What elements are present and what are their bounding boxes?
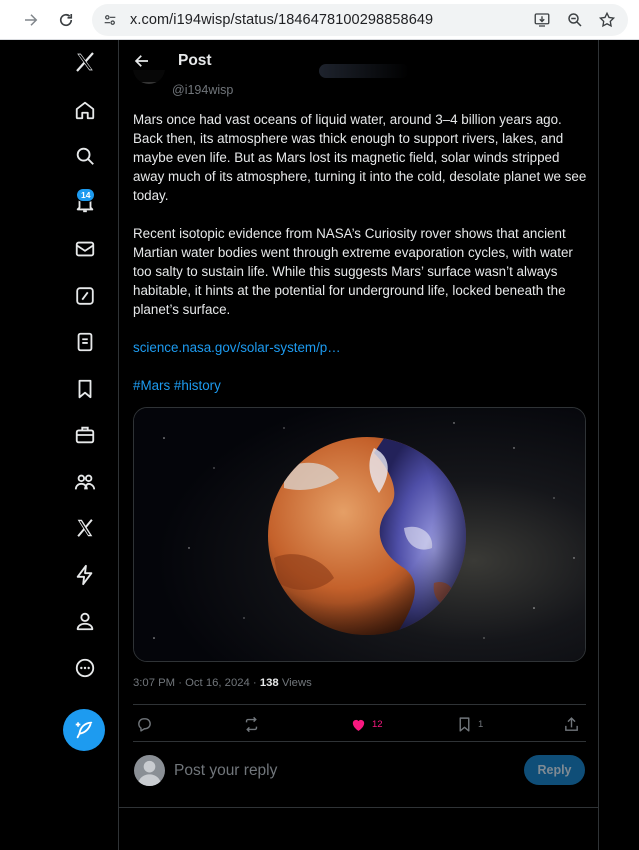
address-bar[interactable]: x.com/i194wisp/status/184647810029885864… — [92, 4, 628, 36]
tweet-timestamp[interactable]: 3:07 PM · Oct 16, 2024 · — [133, 677, 260, 689]
main-column: Post @i194wisp Mars once had vast oceans… — [118, 40, 599, 850]
notifications-badge: 14 — [76, 188, 96, 202]
page-title: Post — [178, 52, 212, 69]
post-header: Post — [119, 40, 598, 82]
user-avatar[interactable] — [134, 755, 165, 786]
share-icon — [565, 716, 578, 731]
tweet-link[interactable]: science.nasa.gov/solar-system/p… — [133, 340, 341, 355]
search-icon[interactable] — [62, 133, 108, 179]
grok-icon[interactable] — [62, 273, 108, 319]
bell-icon[interactable] — [62, 180, 108, 226]
author-handle[interactable]: @i194wisp — [172, 83, 233, 97]
mail-icon[interactable] — [62, 226, 108, 272]
reply-icon — [138, 717, 151, 732]
install-app-icon[interactable] — [532, 10, 552, 30]
heart-filled-icon — [352, 719, 365, 731]
divider — [119, 807, 598, 808]
tweet-image-mars[interactable] — [133, 407, 586, 662]
tweet-paragraph-2: Recent isotopic evidence from NASA’s Cur… — [133, 226, 573, 317]
repost-action[interactable] — [243, 712, 260, 736]
bookmark-action[interactable]: 1 — [456, 712, 483, 736]
reload-button[interactable] — [53, 7, 79, 33]
back-button[interactable] — [131, 50, 153, 72]
home-icon[interactable] — [62, 87, 108, 133]
reply-action[interactable] — [136, 712, 153, 736]
verified-orgs-icon[interactable] — [62, 552, 108, 598]
like-action[interactable]: 12 — [350, 712, 383, 736]
premium-icon[interactable] — [62, 505, 108, 551]
divider — [133, 704, 586, 705]
tweet-paragraph-1: Mars once had vast oceans of liquid wate… — [133, 112, 587, 203]
more-icon[interactable] — [62, 645, 108, 691]
tweet-body: Mars once had vast oceans of liquid wate… — [133, 110, 591, 414]
likes-count: 12 — [372, 718, 383, 730]
profile-icon[interactable] — [62, 598, 108, 644]
reply-input[interactable]: Post your reply — [174, 762, 277, 780]
bookmarks-count: 1 — [478, 718, 484, 730]
repost-icon — [245, 716, 258, 732]
sidebar-nav: 14 — [0, 40, 118, 850]
obscured-author-name — [319, 64, 409, 78]
lists-icon[interactable] — [62, 319, 108, 365]
bookmark-star-icon[interactable] — [597, 10, 617, 30]
forward-arrow-icon — [25, 14, 38, 26]
compose-button[interactable] — [63, 709, 105, 751]
bookmark-icon[interactable] — [62, 366, 108, 412]
browser-toolbar: x.com/i194wisp/status/184647810029885864… — [0, 0, 639, 40]
reload-icon — [59, 13, 73, 27]
x-logo-icon[interactable] — [62, 39, 108, 85]
site-info-icon[interactable] — [98, 8, 122, 32]
url-text[interactable]: x.com/i194wisp/status/184647810029885864… — [130, 12, 433, 28]
zoom-icon[interactable] — [565, 10, 585, 30]
tweet-hashtags[interactable]: #Mars #history — [133, 378, 221, 393]
jobs-icon[interactable] — [62, 412, 108, 458]
tweet-actions: 12 1 — [133, 712, 586, 736]
share-action[interactable] — [563, 712, 580, 736]
views-count: 138 — [259, 677, 279, 689]
views-label: Views — [278, 677, 312, 689]
divider — [133, 741, 586, 742]
bookmark-outline-icon — [459, 716, 470, 732]
forward-button[interactable] — [18, 7, 44, 33]
reply-composer: Post your reply Reply — [133, 752, 586, 792]
compose-icon — [75, 721, 93, 739]
communities-icon[interactable] — [62, 459, 108, 505]
back-arrow-icon — [134, 55, 148, 67]
tweet-meta: 3:07 PM · Oct 16, 2024 · 138 Views — [133, 677, 312, 689]
reply-button[interactable]: Reply — [524, 755, 585, 785]
